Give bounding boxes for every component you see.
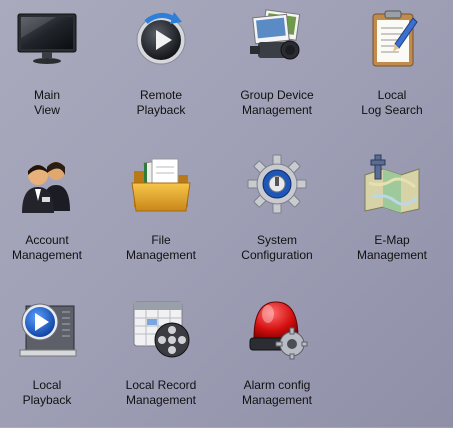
tile-label-line2: View — [34, 103, 60, 117]
tile-label-line1: Group Device — [240, 88, 314, 102]
tile-label-line2: Configuration — [241, 248, 313, 262]
remote-playback-icon — [136, 12, 186, 65]
tile-label-line1: Local — [377, 88, 407, 102]
log-search-icon — [372, 10, 418, 67]
tile-label-line1: Alarm config — [243, 378, 311, 392]
tile-label-line2: Playback — [136, 103, 186, 117]
gear-icon — [247, 154, 307, 214]
tile-label-line2: Management — [241, 393, 313, 407]
tile-label-line2: Management — [125, 393, 197, 407]
alarm-light-icon — [249, 301, 308, 360]
map-icon — [364, 154, 420, 214]
tile-label-line2: Log Search — [361, 103, 423, 117]
tile-label-line1: Remote — [139, 88, 183, 102]
tile-label-line2: Management — [241, 103, 313, 117]
tile-local-playback[interactable]: Local Playback — [0, 298, 102, 428]
tile-label-line2: Management — [11, 248, 83, 262]
tile-label-line1: File — [151, 233, 171, 247]
tile-label-line1: E-Map — [374, 233, 410, 247]
tile-label-line2: Playback — [22, 393, 72, 407]
tile-system-configuration[interactable]: System Configuration — [222, 153, 332, 283]
group-device-icon — [250, 9, 301, 60]
tile-account-management[interactable]: Account Management — [0, 153, 102, 283]
tile-label-line2: Management — [356, 248, 428, 262]
tile-remote-playback[interactable]: Remote Playback — [106, 8, 216, 138]
tile-label-line2: Management — [125, 248, 197, 262]
folder-icon — [131, 158, 191, 212]
account-users-icon — [22, 162, 70, 213]
record-calendar-icon — [133, 301, 190, 358]
tile-e-map-management[interactable]: E-Map Management — [337, 153, 447, 283]
tile-alarm-config-management[interactable]: Alarm config Management — [222, 298, 332, 428]
tile-label-line1: Local Record — [125, 378, 197, 392]
tile-local-log-search[interactable]: Local Log Search — [337, 8, 447, 138]
main-menu-panel: Main View Remote Playback Group Device M… — [0, 0, 453, 427]
tile-main-view[interactable]: Main View — [0, 8, 102, 138]
tile-group-device-management[interactable]: Group Device Management — [222, 8, 332, 138]
tile-label-line1: Local — [32, 378, 62, 392]
tile-label-line1: System — [256, 233, 297, 247]
local-playback-icon — [19, 303, 77, 357]
tile-file-management[interactable]: File Management — [106, 153, 216, 283]
monitor-icon — [17, 13, 77, 64]
tile-local-record-management[interactable]: Local Record Management — [106, 298, 216, 428]
tile-label-line1: Account — [25, 233, 69, 247]
tile-label-line1: Main — [33, 88, 60, 102]
